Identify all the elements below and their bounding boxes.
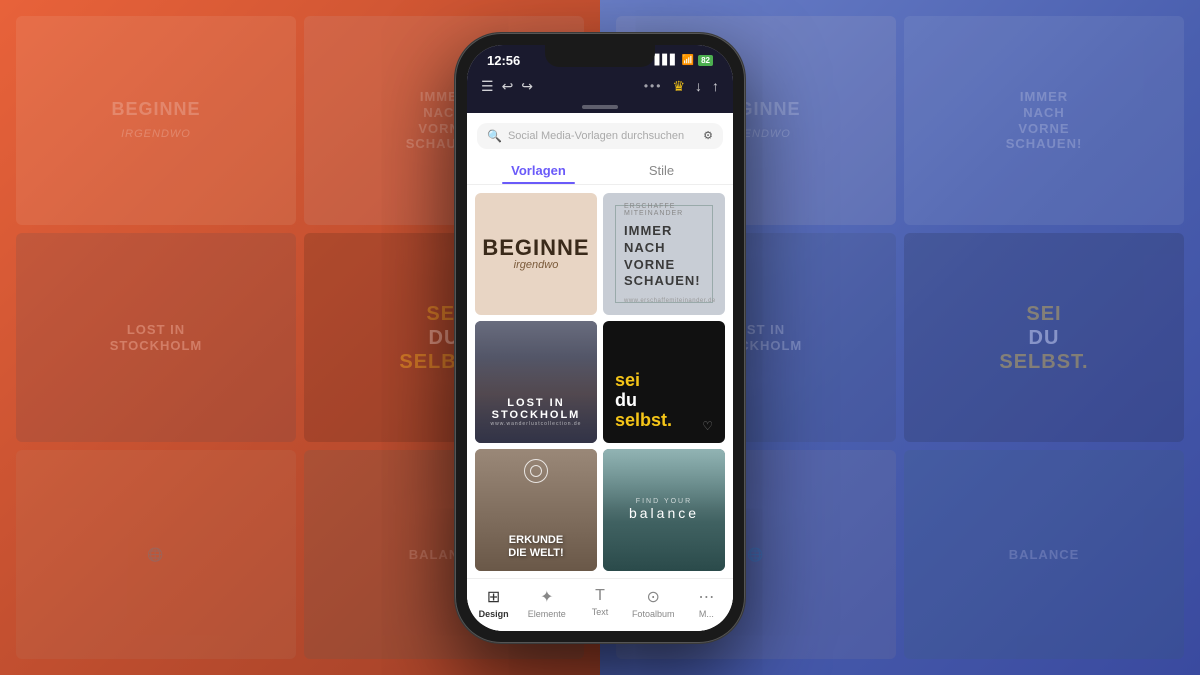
template-beginne[interactable]: BEGINNE irgendwo [475, 193, 597, 315]
balance-find: FIND YOUR [629, 498, 699, 505]
erkunde-text-wrap: ERKUNDEDIE WELT! [485, 534, 587, 560]
signal-icon: ▋▋▋ [655, 55, 678, 66]
elemente-label: Elemente [528, 609, 566, 619]
sei-line3: selbst. [615, 410, 672, 430]
ghost-lost-text: LOST INSTOCKHOLM [110, 322, 203, 353]
template-immer[interactable]: ERSCHAFFE MITEINANDER IMMERNACHVORNESCHA… [603, 193, 725, 315]
menu-icon[interactable]: ☰ [481, 78, 494, 95]
ghost-card-sei-right: seiduselbst. [904, 233, 1184, 442]
search-input-wrap[interactable]: 🔍 Social Media-Vorlagen durchsuchen ⚙ [477, 123, 723, 149]
ghost-erkunde-text: 🌐 [147, 547, 164, 563]
design-icon: ⊞ [487, 587, 500, 607]
toolbar: ☰ ↩ ↪ ••• ♛ ↓ ↑ [467, 72, 733, 101]
more-icon[interactable]: ••• [644, 79, 663, 93]
immer-label: ERSCHAFFE MITEINANDER [624, 203, 704, 217]
template-balance[interactable]: FIND YOUR balance [603, 449, 725, 571]
immer-border: ERSCHAFFE MITEINANDER IMMERNACHVORNESCHA… [615, 205, 713, 303]
status-time: 12:56 [487, 53, 520, 68]
download-icon[interactable]: ↓ [695, 78, 702, 94]
notch [545, 45, 655, 67]
tabs: Vorlagen Stile [467, 155, 733, 185]
nav-text[interactable]: T Text [573, 583, 626, 623]
search-placeholder: Social Media-Vorlagen durchsuchen [508, 130, 697, 142]
bottom-nav: ⊞ Design ✦ Elemente T Text ⊙ Fotoalbum [467, 578, 733, 631]
nav-elemente[interactable]: ✦ Elemente [520, 583, 573, 623]
wifi-icon: 📶 [682, 55, 694, 66]
ghost-immer-right: IMMERNACHVORNESCHAUEN! [1006, 89, 1083, 151]
undo-icon[interactable]: ↩ [502, 78, 514, 95]
ghost-card-lost: LOST INSTOCKHOLM [16, 233, 296, 442]
filter-icon[interactable]: ⚙ [703, 129, 713, 142]
more-nav-icon: ⋯ [698, 587, 714, 607]
balance-text-wrap: FIND YOUR balance [629, 498, 699, 521]
nav-more[interactable]: ⋯ M... [680, 583, 733, 623]
template-lost[interactable]: LOST IN STOCKHOLM www.wanderlustcollecti… [475, 321, 597, 443]
ghost-erkunde-right: 🌐 [747, 547, 764, 563]
lost-sub: www.wanderlustcollection.de [475, 421, 597, 427]
template-grid: BEGINNE irgendwo ERSCHAFFE MITEINANDER I… [467, 185, 733, 578]
fotoalbum-label: Fotoalbum [632, 609, 675, 619]
search-bar: 🔍 Social Media-Vorlagen durchsuchen ⚙ [467, 113, 733, 155]
toolbar-right: ••• ♛ ↓ ↑ [644, 78, 719, 95]
fotoalbum-icon: ⊙ [647, 587, 660, 607]
text-icon: T [595, 587, 605, 605]
erkunde-logo [524, 459, 548, 483]
crown-icon[interactable]: ♛ [672, 78, 685, 95]
sei-text: sei du selbst. [615, 371, 672, 430]
redo-icon[interactable]: ↪ [521, 78, 533, 95]
lost-text-wrap: LOST IN STOCKHOLM www.wanderlustcollecti… [475, 397, 597, 427]
share-icon[interactable]: ↑ [712, 78, 719, 94]
ghost-card-beginne: BEGINNEirgendwo [16, 16, 296, 225]
nav-fotoalbum[interactable]: ⊙ Fotoalbum [627, 583, 680, 623]
ghost-card-balance-right: balance [904, 450, 1184, 659]
ghost-sei-right: seiduselbst. [999, 302, 1088, 374]
phone: 12:56 ▋▋▋ 📶 82 ☰ ↩ ↪ ••• ♛ ↓ ↑ [455, 33, 745, 643]
content: 🔍 Social Media-Vorlagen durchsuchen ⚙ Vo… [467, 113, 733, 631]
more-nav-label: M... [699, 609, 714, 619]
ghost-beginne-text: BEGINNEirgendwo [111, 99, 200, 142]
sei-line2: du [615, 390, 637, 410]
phone-screen: 12:56 ▋▋▋ 📶 82 ☰ ↩ ↪ ••• ♛ ↓ ↑ [467, 45, 733, 631]
nav-design[interactable]: ⊞ Design [467, 583, 520, 623]
ghost-balance-right: balance [1009, 547, 1080, 563]
ghost-card-erkunde-left: 🌐 [16, 450, 296, 659]
template-erkunde[interactable]: ERKUNDEDIE WELT! [475, 449, 597, 571]
toolbar-left: ☰ ↩ ↪ [481, 78, 533, 95]
beginne-sub-text: irgendwo [482, 259, 589, 271]
battery-badge: 82 [698, 55, 713, 66]
search-icon: 🔍 [487, 129, 502, 143]
drag-handle-bar [582, 105, 618, 109]
design-label: Design [479, 609, 509, 619]
ghost-card-immer-right: IMMERNACHVORNESCHAUEN! [904, 16, 1184, 225]
tab-stile[interactable]: Stile [600, 155, 723, 184]
sei-line1: sei [615, 370, 640, 390]
lost-title: LOST IN STOCKHOLM [475, 397, 597, 421]
text-label: Text [592, 607, 609, 617]
phone-wrapper: 12:56 ▋▋▋ 📶 82 ☰ ↩ ↪ ••• ♛ ↓ ↑ [455, 33, 745, 643]
tab-vorlagen[interactable]: Vorlagen [477, 155, 600, 184]
sei-heart-icon: ♡ [702, 419, 713, 433]
beginne-text: BEGINNE irgendwo [482, 237, 589, 271]
elemente-icon: ✦ [540, 587, 553, 607]
erkunde-title: ERKUNDEDIE WELT! [485, 534, 587, 560]
erkunde-logo-inner [530, 465, 542, 477]
balance-title: balance [629, 505, 699, 521]
drag-handle [467, 101, 733, 113]
template-sei[interactable]: sei du selbst. ♡ [603, 321, 725, 443]
immer-text: IMMERNACHVORNESCHAUEN! [624, 223, 701, 291]
status-icons: ▋▋▋ 📶 82 [655, 55, 713, 66]
immer-footer: www.erschaffemiteinander.de [624, 298, 716, 304]
beginne-main-text: BEGINNE [482, 237, 589, 259]
